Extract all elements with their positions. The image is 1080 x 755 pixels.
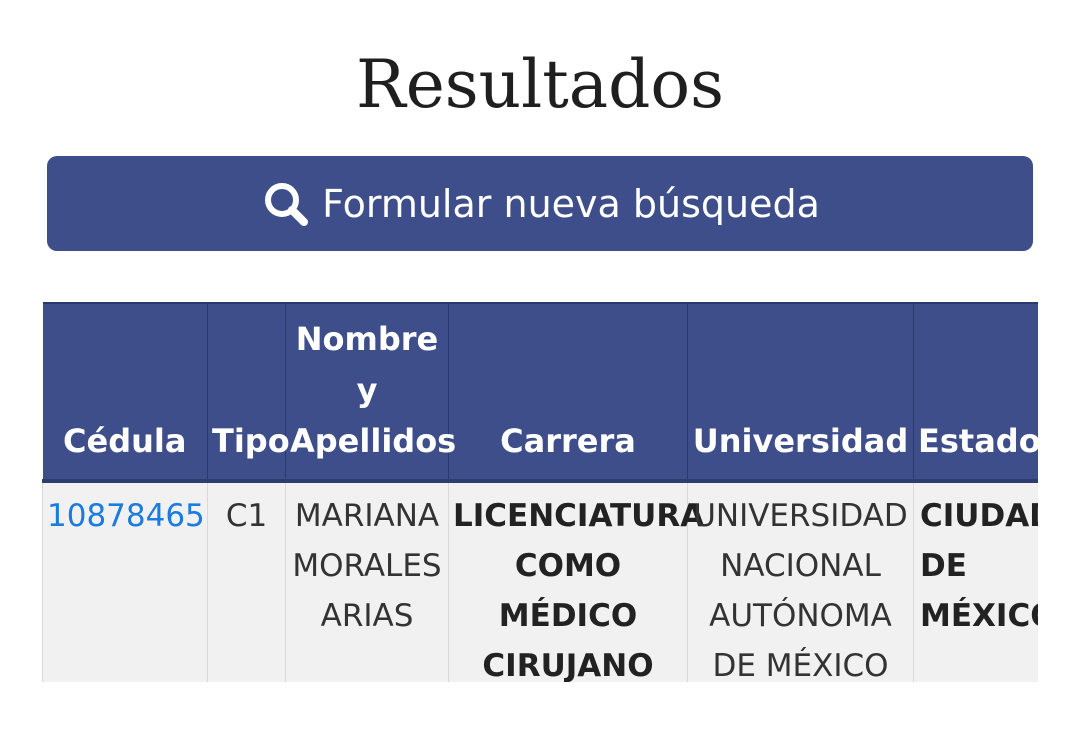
header-estado[interactable]: Estado xyxy=(913,302,1038,483)
cell-cedula: 10878465 xyxy=(42,480,208,682)
header-nombre[interactable]: Nombre y Apellidos xyxy=(285,302,456,483)
cell-nombre: MARIANA MORALES ARIAS xyxy=(285,480,449,682)
table-row: 10878465 C1 MARIANA MORALES ARIAS LICENC… xyxy=(42,480,1038,682)
cell-tipo: C1 xyxy=(207,480,286,682)
new-search-label: Formular nueva búsqueda xyxy=(322,181,820,226)
cell-estado: CIUDAD DE MÉXICO xyxy=(913,480,1038,682)
results-table: Cédula Tipo Nombre y Apellidos Carrera U… xyxy=(42,302,1038,682)
header-cedula[interactable]: Cédula xyxy=(42,302,208,483)
page-title: Resultados xyxy=(356,46,724,123)
table-header-row: Cédula Tipo Nombre y Apellidos Carrera U… xyxy=(42,302,1038,483)
search-icon xyxy=(260,178,312,230)
cell-carrera: LICENCIATURA COMO MÉDICO CIRUJANO xyxy=(448,480,704,682)
results-table-container[interactable]: Cédula Tipo Nombre y Apellidos Carrera U… xyxy=(42,302,1038,682)
cedula-link[interactable]: 10878465 xyxy=(47,498,205,534)
header-carrera[interactable]: Carrera xyxy=(448,302,688,483)
cell-universidad: UNIVERSIDAD NACIONAL AUTÓNOMA DE MÉXICO xyxy=(687,480,914,682)
header-universidad[interactable]: Universidad xyxy=(687,302,914,483)
new-search-button[interactable]: Formular nueva búsqueda xyxy=(47,156,1033,251)
header-tipo[interactable]: Tipo xyxy=(207,302,290,483)
